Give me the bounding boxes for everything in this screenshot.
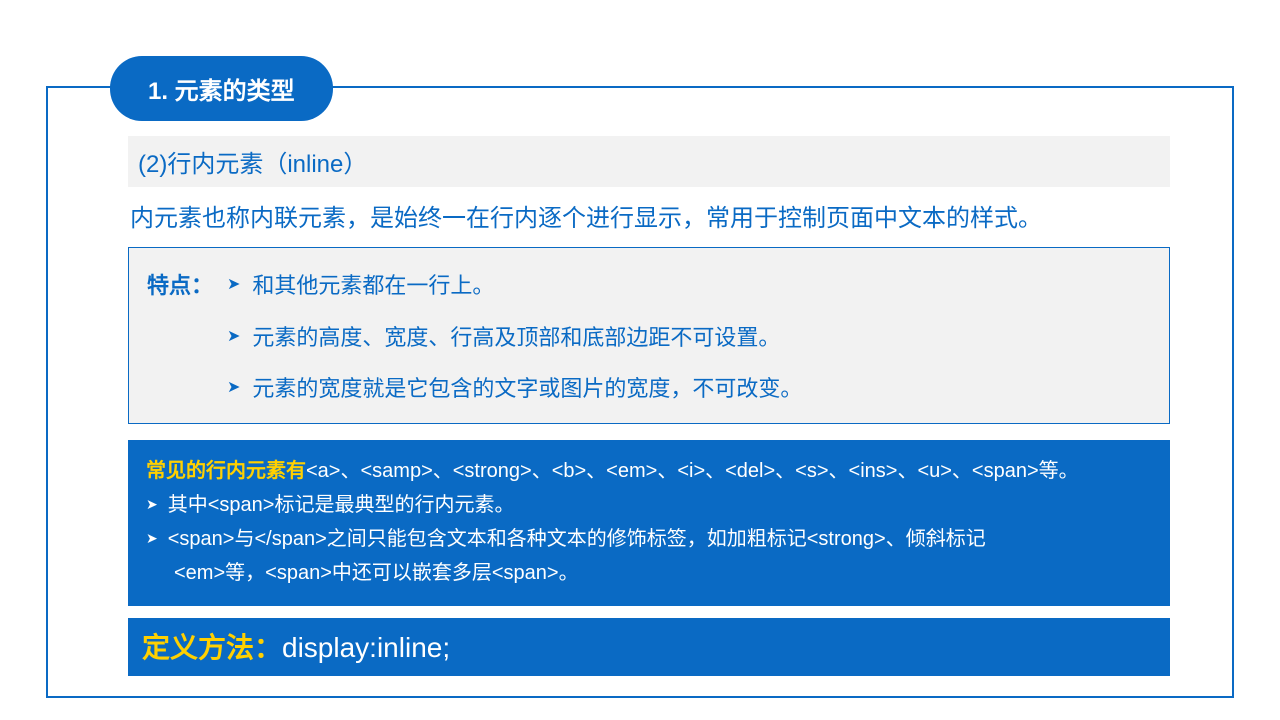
feature-item: ➤ 元素的高度、宽度、行高及顶部和底部边距不可设置。: [227, 318, 1151, 358]
note-line: ➤ 其中<span>标记是最典型的行内元素。: [146, 488, 1152, 522]
definition-box: 定义方法：display:inline;: [128, 618, 1170, 676]
common-elements-box: 常见的行内元素有<a>、<samp>、<strong>、<b>、<em>、<i>…: [128, 440, 1170, 606]
definition-value: display:inline;: [282, 632, 450, 663]
features-list: ➤ 和其他元素都在一行上。 ➤ 元素的高度、宽度、行高及顶部和底部边距不可设置。…: [227, 266, 1151, 409]
common-label: 常见的行内元素有: [146, 460, 306, 482]
bullet-arrow-icon: ➤: [227, 318, 240, 356]
feature-text: 元素的宽度就是它包含的文字或图片的宽度，不可改变。: [252, 369, 802, 409]
bullet-arrow-icon: ➤: [227, 266, 240, 304]
definition-label: 定义方法：: [142, 632, 282, 663]
title-pill: 1. 元素的类型: [110, 56, 333, 121]
bullet-arrow-icon: ➤: [227, 369, 240, 407]
feature-item: ➤ 元素的宽度就是它包含的文字或图片的宽度，不可改变。: [227, 369, 1151, 409]
bullet-arrow-icon: ➤: [146, 488, 158, 522]
feature-text: 元素的高度、宽度、行高及顶部和底部边距不可设置。: [252, 318, 780, 358]
content-area: (2)行内元素（inline） 内元素也称内联元素，是始终一在行内逐个进行显示，…: [128, 136, 1170, 676]
intro-text: 内元素也称内联元素，是始终一在行内逐个进行显示，常用于控制页面中文本的样式。: [128, 187, 1170, 247]
feature-item: ➤ 和其他元素都在一行上。: [227, 266, 1151, 306]
section-header: (2)行内元素（inline）: [128, 136, 1170, 187]
common-line: 常见的行内元素有<a>、<samp>、<strong>、<b>、<em>、<i>…: [146, 454, 1152, 488]
bullet-arrow-icon: ➤: [146, 522, 158, 556]
features-box: 特点： ➤ 和其他元素都在一行上。 ➤ 元素的高度、宽度、行高及顶部和底部边距不…: [128, 247, 1170, 424]
note-text: 其中<span>标记是最典型的行内元素。: [168, 488, 515, 522]
note-line: ➤ <span>与</span>之间只能包含文本和各种文本的修饰标签，如加粗标记…: [146, 522, 1152, 556]
feature-text: 和其他元素都在一行上。: [252, 266, 494, 306]
common-text: <a>、<samp>、<strong>、<b>、<em>、<i>、<del>、<…: [306, 460, 1079, 482]
note-text: <span>与</span>之间只能包含文本和各种文本的修饰标签，如加粗标记<s…: [168, 522, 986, 556]
note-text: <em>等，<span>中还可以嵌套多层<span>。: [174, 562, 579, 584]
features-label: 特点：: [147, 266, 213, 409]
note-line-continued: <em>等，<span>中还可以嵌套多层<span>。: [146, 556, 1152, 590]
